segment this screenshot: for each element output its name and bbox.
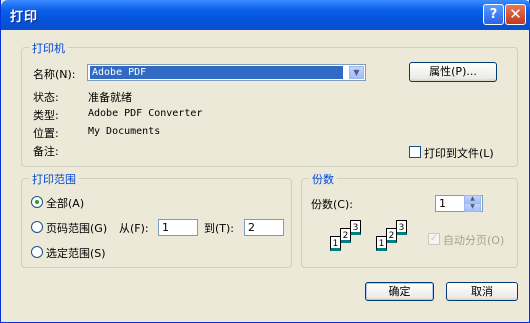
copies-legend: 份数: [309, 171, 337, 187]
page-icon: 2: [340, 228, 351, 243]
location-value: My Documents: [88, 126, 161, 137]
page-icon: 3: [396, 220, 407, 235]
print-to-file-checkbox[interactable]: [409, 146, 421, 158]
collate-label: 自动分页(O): [443, 234, 505, 247]
title-bar[interactable]: 打印 ? ✕: [1, 0, 530, 30]
printer-name-select[interactable]: Adobe PDF ▼: [87, 64, 366, 81]
properties-button[interactable]: 属性(P)...: [409, 62, 497, 82]
collate-illustration-icon: 3 2 1: [368, 218, 413, 254]
to-input[interactable]: 2: [244, 219, 284, 236]
print-to-file-label[interactable]: 打印到文件(L): [424, 145, 494, 161]
close-button[interactable]: ✕: [505, 4, 526, 25]
type-value: Adobe PDF Converter: [88, 108, 203, 119]
printer-legend: 打印机: [29, 40, 68, 56]
collate-checkbox[interactable]: ✓: [428, 233, 440, 245]
range-selection-label[interactable]: 选定范围(S): [46, 245, 106, 261]
collate-illustration-icon: 3 2 1: [322, 218, 367, 254]
comment-label: 备注:: [33, 145, 59, 158]
range-all-label[interactable]: 全部(A): [46, 195, 84, 211]
range-pages-label[interactable]: 页码范围(G): [46, 220, 107, 236]
from-input[interactable]: 1: [158, 219, 198, 236]
spin-down-icon[interactable]: ▼: [464, 203, 481, 212]
status-value: 准备就绪: [88, 91, 132, 104]
type-label: 类型:: [33, 109, 59, 122]
range-pages-radio[interactable]: [31, 221, 43, 233]
printer-name-value: Adobe PDF: [90, 66, 343, 79]
page-icon: 1: [330, 236, 341, 251]
status-label: 状态:: [33, 91, 59, 104]
page-icon: 2: [386, 228, 397, 243]
ok-button[interactable]: 确定: [365, 282, 434, 301]
range-all-radio[interactable]: [31, 196, 43, 208]
chevron-down-icon[interactable]: ▼: [349, 66, 364, 79]
to-label: 到(T):: [204, 222, 235, 235]
copies-spinner[interactable]: ▲ ▼: [464, 195, 481, 212]
print-dialog: 打印 ? ✕ 打印机 名称(N): Adobe PDF ▼ 属性(P)... 状…: [0, 0, 530, 323]
print-range-legend: 打印范围: [29, 171, 79, 187]
location-label: 位置:: [33, 127, 59, 140]
copies-count-label: 份数(C):: [311, 198, 353, 211]
cancel-button[interactable]: 取消: [446, 282, 518, 301]
printer-name-label: 名称(N):: [33, 68, 76, 81]
range-selection-radio[interactable]: [31, 246, 43, 258]
from-label: 从(F):: [119, 222, 149, 235]
page-icon: 3: [350, 220, 361, 235]
window-title: 打印: [10, 10, 39, 25]
help-button[interactable]: ?: [483, 4, 504, 25]
page-icon: 1: [376, 236, 387, 251]
